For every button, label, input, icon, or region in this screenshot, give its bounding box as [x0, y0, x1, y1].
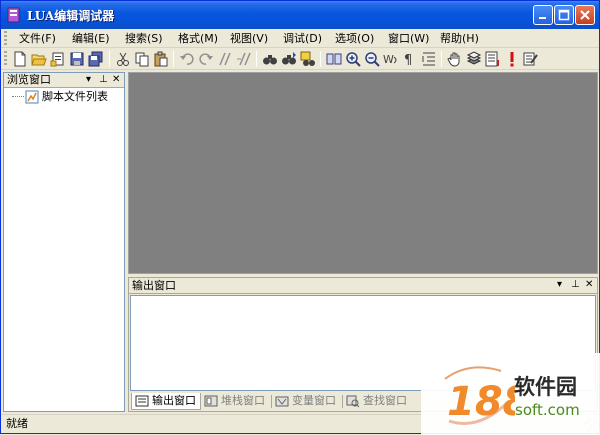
save-all-icon[interactable] — [88, 51, 104, 67]
tab-output[interactable]: 输出窗口 — [131, 393, 201, 410]
tree-connector — [12, 96, 24, 97]
list-icon[interactable] — [485, 51, 501, 67]
site-logo-graphic: 188 — [444, 366, 515, 425]
window-title: LUA编辑调试器 — [27, 9, 115, 23]
menu-debug[interactable]: 调试(D) — [283, 32, 322, 46]
indent-guide-icon[interactable] — [421, 51, 437, 67]
undo-icon[interactable] — [179, 51, 195, 67]
svg-text:W: W — [383, 53, 394, 66]
redo-icon[interactable] — [198, 51, 214, 67]
watermark-logo: 188 软件园 soft.com — [421, 353, 600, 435]
menu-bar: 文件(F) 编辑(E) 搜索(S) 格式(M) 视图(V) 调试(D) 选项(O… — [1, 29, 599, 48]
find-icon[interactable] — [262, 51, 278, 67]
stack-window-icon — [204, 395, 218, 407]
minimize-icon — [539, 17, 546, 19]
word-wrap-icon[interactable]: W — [383, 51, 399, 67]
svg-text:¶: ¶ — [404, 53, 412, 67]
menu-window[interactable]: 窗口(W) — [388, 32, 429, 46]
menu-edit[interactable]: 编辑(E) — [72, 32, 110, 46]
pane-menu-icon[interactable]: ▾ — [557, 279, 562, 291]
toolbar-separator — [173, 51, 174, 67]
watermark-cn-text: 软件园 — [514, 375, 577, 399]
menu-format[interactable]: 格式(M) — [178, 32, 218, 46]
tab-stack[interactable]: 堆栈窗口 — [201, 393, 271, 410]
uncomment-icon[interactable] — [236, 51, 252, 67]
pane-close-icon[interactable]: ✕ — [112, 74, 120, 86]
comment-icon[interactable] — [217, 51, 233, 67]
tab-variables[interactable]: 变量窗口 — [272, 393, 342, 410]
new-file-icon[interactable] — [12, 51, 28, 67]
find-next-icon[interactable] — [281, 51, 297, 67]
bookmark-icon[interactable] — [326, 51, 342, 67]
zoom-out-icon[interactable] — [364, 51, 380, 67]
maximize-button[interactable] — [554, 5, 574, 25]
toolbar-separator — [441, 51, 442, 67]
toolbar-separator — [320, 51, 321, 67]
tree-item-label: 脚本文件列表 — [42, 90, 108, 103]
save-icon[interactable] — [69, 51, 85, 67]
copy-icon[interactable] — [134, 51, 150, 67]
close-button[interactable] — [575, 5, 595, 25]
script-list-icon — [25, 90, 39, 104]
pin-icon[interactable]: ⊥ — [571, 279, 580, 291]
editor-area[interactable] — [128, 72, 598, 274]
close-icon — [580, 10, 590, 20]
minimize-button[interactable] — [533, 5, 553, 25]
pin-icon[interactable]: ⊥ — [99, 74, 108, 86]
replace-icon[interactable] — [300, 51, 316, 67]
menu-file[interactable]: 文件(F) — [19, 32, 56, 46]
menu-options[interactable]: 选项(O) — [335, 32, 374, 46]
zoom-in-icon[interactable] — [345, 51, 361, 67]
show-whitespace-icon[interactable]: ¶ — [402, 51, 418, 67]
app-icon — [7, 7, 20, 23]
title-bar[interactable]: LUA编辑调试器 — [1, 1, 599, 29]
find-window-icon — [346, 395, 360, 408]
pane-close-icon[interactable]: ✕ — [585, 279, 593, 291]
variable-window-icon — [275, 396, 289, 407]
pane-menu-icon[interactable]: ▾ — [86, 74, 91, 86]
output-window-icon — [135, 395, 149, 407]
breakpoint-icon[interactable] — [504, 51, 520, 67]
output-pane-header[interactable]: 输出窗口 ▾ ⊥ ✕ — [129, 278, 597, 294]
browser-pane-title: 浏览窗口 — [7, 73, 51, 86]
status-text: 就绪 — [6, 417, 28, 430]
menu-view[interactable]: 视图(V) — [230, 32, 268, 46]
open-recent-icon[interactable] — [50, 51, 66, 67]
paste-icon[interactable] — [153, 51, 169, 67]
hand-icon[interactable] — [447, 51, 463, 67]
watermark-en-text: soft.com — [515, 401, 580, 419]
toolbar-separator — [256, 51, 257, 67]
tab-find[interactable]: 查找窗口 — [343, 393, 413, 410]
toolbar-grip[interactable] — [4, 51, 7, 67]
menubar-grip[interactable] — [4, 31, 7, 46]
cut-icon[interactable] — [115, 51, 131, 67]
toolbar-separator — [109, 51, 110, 67]
svg-text:188: 188 — [447, 379, 515, 425]
menu-search[interactable]: 搜索(S) — [125, 32, 163, 46]
browser-pane: 浏览窗口 ▾ ⊥ ✕ 脚本文件列表 — [3, 72, 125, 412]
stack-icon[interactable] — [466, 51, 482, 67]
browser-pane-header[interactable]: 浏览窗口 ▾ ⊥ ✕ — [4, 73, 124, 88]
toolbar: W ¶ — [1, 48, 599, 70]
maximize-icon — [558, 9, 570, 21]
edit-icon[interactable] — [523, 51, 539, 67]
app-window: LUA编辑调试器 文件(F) 编辑(E) 搜索(S) 格式(M) 视图(V) 调… — [0, 0, 600, 435]
open-folder-icon[interactable] — [31, 51, 47, 67]
output-pane-title: 输出窗口 — [132, 279, 176, 292]
menu-help[interactable]: 帮助(H) — [440, 32, 479, 46]
